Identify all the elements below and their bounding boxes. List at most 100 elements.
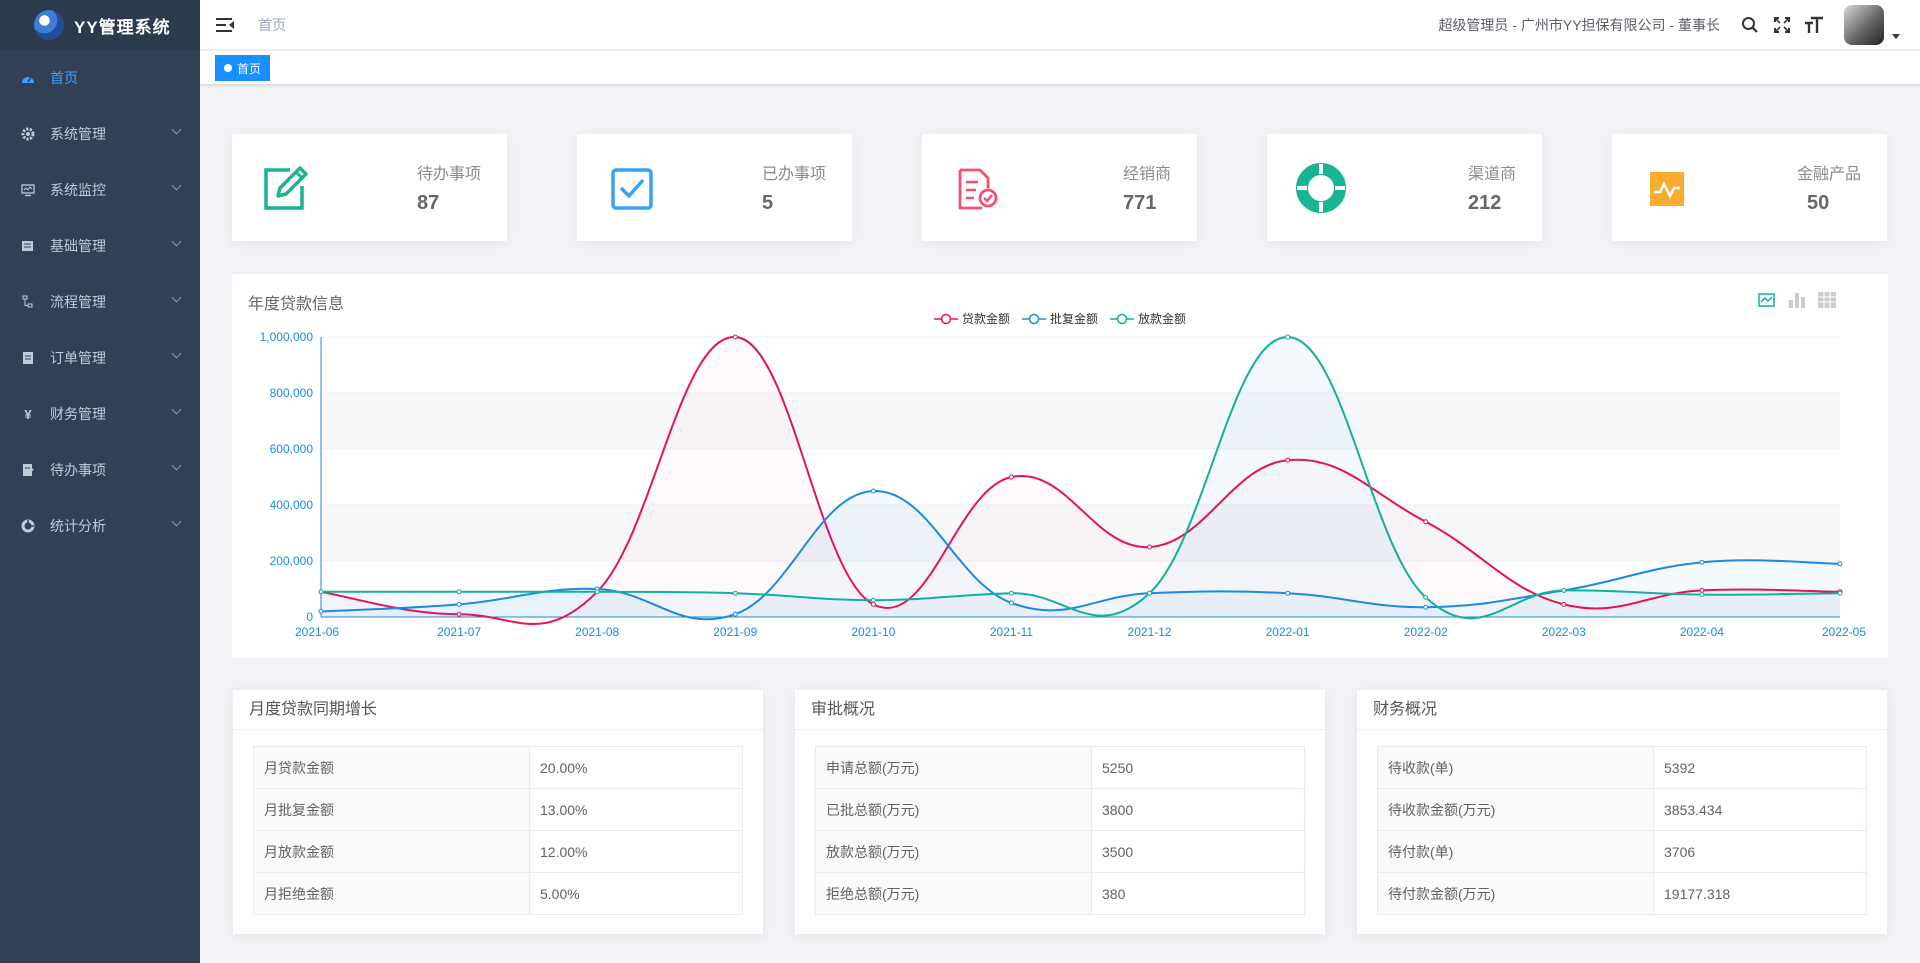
chevron-down-icon — [171, 516, 182, 527]
stat-label: 待办事项 — [416, 166, 481, 183]
x-tick-label: 2022-03 — [1542, 625, 1586, 639]
x-tick-label: 2022-01 — [1266, 625, 1310, 639]
data-point — [318, 608, 324, 614]
sidebar-item-label: 首页 — [50, 70, 78, 86]
sidebar-item-label: 统计分析 — [50, 518, 106, 534]
sidebar-item-label: 待办事项 — [50, 462, 106, 478]
table-key: 待收款(单) — [1377, 746, 1654, 789]
sidebar-item-home[interactable]: 首页 — [0, 50, 200, 106]
x-tick-label: 2021-06 — [295, 625, 339, 639]
table-value: 5392 — [1653, 746, 1867, 789]
legend-label: 贷款金额 — [961, 312, 1010, 326]
data-point — [1008, 590, 1014, 596]
legend-item[interactable]: 贷款金额 — [933, 310, 1010, 327]
table-row: 待付款(单) 3706 — [1377, 830, 1867, 873]
hamburger-menu-icon[interactable] — [216, 17, 234, 33]
x-tick-label: 2021-10 — [851, 625, 895, 639]
search-icon[interactable] — [1739, 14, 1761, 36]
x-tick-label: 2022-02 — [1404, 625, 1448, 639]
table-key: 月批复金额 — [253, 788, 530, 831]
stat-label: 金融产品 — [1796, 166, 1861, 183]
chevron-down-icon — [171, 124, 182, 135]
monitor-icon — [20, 182, 36, 198]
sidebar-item-label: 系统管理 — [50, 126, 106, 142]
data-point — [1423, 594, 1429, 600]
edit-icon — [264, 166, 308, 210]
data-point — [456, 589, 462, 595]
table-row: 申请总额(万元) 5250 — [815, 746, 1305, 789]
caret-down-icon[interactable] — [1892, 33, 1900, 39]
table-key: 月贷款金额 — [253, 746, 530, 789]
chart-toolbox — [1748, 290, 1838, 310]
y-tick-label: 600,000 — [270, 442, 314, 456]
stat-value: 771 — [1123, 192, 1157, 214]
chevron-down-icon — [171, 348, 182, 359]
line-chart-icon[interactable] — [1756, 290, 1778, 310]
sidebar-item-order[interactable]: 订单管理 — [0, 330, 200, 386]
stat-label: 已办事项 — [761, 166, 826, 183]
sidebar-item-todo[interactable]: 待办事项 — [0, 442, 200, 498]
panel-title: 审批概况 — [795, 690, 1325, 730]
x-tick-label: 2022-04 — [1680, 625, 1724, 639]
table-row: 待付款金额(万元) 19177.318 — [1377, 872, 1867, 915]
stat-label: 经销商 — [1122, 166, 1171, 183]
legend-item[interactable]: 放款金额 — [1110, 310, 1186, 327]
data-point — [1285, 590, 1291, 596]
finance-chart-icon — [1650, 172, 1684, 206]
stat-card-channel[interactable]: 渠道商 212 — [1267, 134, 1542, 241]
legend-item[interactable]: 批复金额 — [1021, 310, 1098, 327]
sidebar-item-finance[interactable]: ¥ 财务管理 — [0, 386, 200, 442]
checkbox-icon — [611, 168, 653, 210]
table-row: 月批复金额 13.00% — [253, 788, 743, 831]
table-value: 3706 — [1653, 830, 1867, 873]
bar-chart-icon[interactable] — [1786, 290, 1808, 310]
table-key: 月拒绝金额 — [253, 872, 530, 915]
data-point — [1699, 587, 1705, 593]
panel-approval: 审批概况 申请总额(万元) 5250 已批总额(万元) 3800 放款总额(万元) 3… — [795, 690, 1325, 934]
loan-line-chart[interactable]: 0 200,000 400,000 600,000 800,000 1,000,000 20… — [232, 274, 1888, 658]
avatar[interactable] — [1844, 5, 1884, 45]
x-tick-label: 2021-11 — [990, 625, 1033, 639]
sidebar-item-process[interactable]: 流程管理 — [0, 274, 200, 330]
font-size-icon[interactable] — [1803, 14, 1825, 36]
sidebar-item-system[interactable]: 系统管理 — [0, 106, 200, 162]
table-row: 拒绝总额(万元) 380 — [815, 872, 1305, 915]
data-point — [1423, 519, 1429, 525]
stat-card-products[interactable]: 金融产品 50 — [1612, 134, 1887, 241]
sidebar-item-monitor[interactable]: 系统监控 — [0, 162, 200, 218]
table-row: 待收款金额(万元) 3853.434 — [1377, 788, 1867, 831]
chevron-down-icon — [171, 180, 182, 191]
table-key: 放款总额(万元) — [815, 830, 1092, 873]
data-point — [1561, 587, 1567, 593]
data-point — [1699, 559, 1705, 565]
data-point — [1699, 592, 1705, 598]
table-value: 12.00% — [529, 830, 743, 873]
lifebuoy-icon — [1296, 163, 1346, 213]
sidebar-item-stats[interactable]: 统计分析 — [0, 498, 200, 554]
data-point — [318, 589, 324, 595]
table-key: 待付款(单) — [1377, 830, 1654, 873]
chevron-down-icon — [171, 460, 182, 471]
data-table-icon[interactable] — [1816, 290, 1838, 310]
document-check-icon — [958, 168, 998, 210]
data-point — [456, 601, 462, 607]
yen-icon: ¥ — [24, 406, 32, 422]
grid-band — [321, 337, 1840, 393]
table-row: 月拒绝金额 5.00% — [253, 872, 743, 915]
panel-title: 财务概况 — [1357, 690, 1887, 730]
stat-card-todo[interactable]: 待办事项 87 — [232, 134, 507, 241]
table-key: 月放款金额 — [253, 830, 530, 873]
breadcrumb[interactable]: 首页 — [258, 15, 286, 35]
sidebar-item-basic[interactable]: 基础管理 — [0, 218, 200, 274]
tag-home[interactable]: 首页 — [215, 55, 271, 81]
data-point — [456, 611, 462, 617]
growth-table: 月贷款金额 20.00% 月批复金额 13.00% 月放款金额 12.00% 月拒绝金… — [253, 746, 743, 915]
dashboard-icon — [20, 70, 36, 86]
x-tick-label: 2021-08 — [575, 625, 619, 639]
chevron-down-icon — [171, 404, 182, 415]
sidebar: YY管理系统 首页 系统管理 系统监控 基础管理 流程管理 订单管理 ¥ 财务管… — [0, 0, 200, 963]
stat-card-dealer[interactable]: 经销商 771 — [922, 134, 1197, 241]
stat-card-done[interactable]: 已办事项 5 — [577, 134, 852, 241]
logo[interactable]: YY管理系统 — [0, 0, 200, 50]
fullscreen-icon[interactable] — [1771, 14, 1793, 36]
